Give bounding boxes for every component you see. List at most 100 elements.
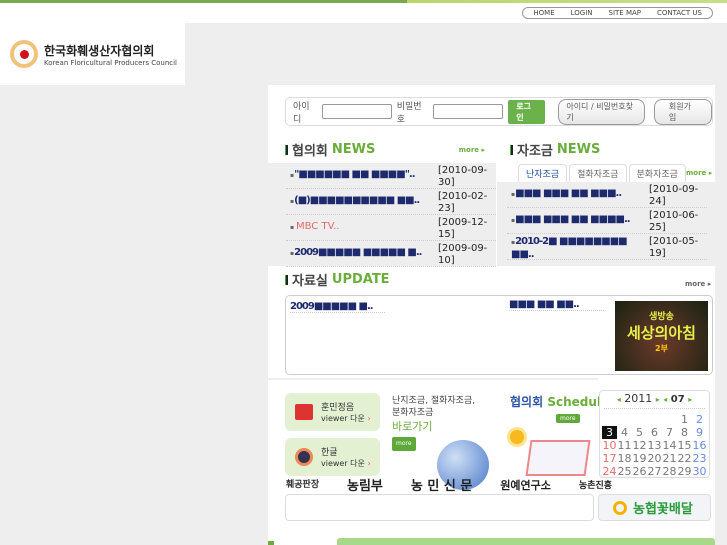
next-month-button[interactable]: ▸ <box>688 395 692 404</box>
fund-line2: 분화자조금 <box>392 408 434 418</box>
calendar-day[interactable]: 10 <box>602 439 617 452</box>
calendar-day[interactable]: 27 <box>647 465 662 478</box>
join-button[interactable]: 회원가입 <box>653 98 712 125</box>
calendar-day[interactable]: 30 <box>692 465 707 478</box>
partner-rda[interactable]: 농촌진흥 <box>579 478 612 491</box>
nav-home[interactable]: HOME <box>533 9 554 17</box>
calendar-day[interactable]: 5 <box>632 426 647 439</box>
list-item[interactable]: ■■■ ■■■ ■■ ■■■■..[2010-06-25] <box>507 208 707 234</box>
list-item[interactable]: MBC TV..[2009-12-15] <box>286 215 496 241</box>
title-bar-icon <box>510 144 513 155</box>
calendar-day[interactable]: 9 <box>692 426 707 439</box>
id-input[interactable] <box>321 104 392 119</box>
calendar-day[interactable]: 17 <box>602 452 617 465</box>
calendar-day[interactable]: 11 <box>617 439 632 452</box>
calendar-day[interactable]: 28 <box>662 465 677 478</box>
calendar-day[interactable]: 22 <box>677 452 692 465</box>
section-title-en: NEWS <box>556 142 601 157</box>
nav-login[interactable]: LOGIN <box>571 9 593 17</box>
council-news-header: 협의회 NEWS more ▸ <box>285 140 485 159</box>
global-nav: HOME LOGIN SITE MAP CONTACT US <box>522 7 713 19</box>
calendar-day[interactable]: 21 <box>662 452 677 465</box>
tab-potted-fund[interactable]: 분화자조금 <box>628 164 686 182</box>
update-thumbnail[interactable]: 생방송 세상의아침 2부 <box>615 301 708 371</box>
list-item[interactable]: 2010-2■ ■■■■■■■■ ■■..[2010-05-19] <box>507 234 707 260</box>
tab-orchid-fund[interactable]: 난자조금 <box>518 164 568 182</box>
calendar-day[interactable]: 2 <box>692 413 707 426</box>
news-date: [2010-06-25] <box>649 210 699 233</box>
calendar-day[interactable]: 12 <box>632 439 647 452</box>
update-item[interactable]: ■■■ ■■ ■■.. <box>509 299 604 311</box>
hangul-viewer-banner[interactable]: 한글 viewer 다운 › <box>285 438 380 476</box>
prev-month-button[interactable]: ◂ <box>663 395 667 404</box>
viewer-icon <box>295 404 313 420</box>
section-title-en: UPDATE <box>331 272 390 287</box>
calendar-day[interactable]: 25 <box>617 465 632 478</box>
fund-news-more-link[interactable]: more ▸ <box>686 169 712 177</box>
tab-cut-flower-fund[interactable]: 절화자조금 <box>569 164 627 182</box>
logo-emblem-icon <box>10 40 38 68</box>
calendar-day[interactable]: 20 <box>647 452 662 465</box>
update-more-link[interactable]: more ▸ <box>685 280 711 288</box>
nav-contact[interactable]: CONTACT US <box>657 9 702 17</box>
list-item[interactable]: (■)■■■■■■■■■■ ■■..[2010-02-23] <box>286 189 496 215</box>
partner-horticulture-institute[interactable]: 원예연구소 <box>500 477 551 493</box>
pw-label: 비밀번호 <box>396 101 422 125</box>
section-title: 자조금 <box>517 144 553 159</box>
calendar-day[interactable]: 4 <box>617 426 632 439</box>
council-news-list: "■■■■■■ ■■ ■■■■"..[2010-09-30] (■)■■■■■■… <box>268 163 496 267</box>
calendar-day[interactable]: 8 <box>677 426 692 439</box>
calendar-day[interactable]: 16 <box>692 439 707 452</box>
news-title: 2010-2■ ■■■■■■■■ ■■.. <box>511 236 649 259</box>
pw-input[interactable] <box>433 104 504 119</box>
prev-year-button[interactable]: ◂ <box>617 395 621 404</box>
calendar-day[interactable]: 14 <box>662 439 677 452</box>
news-title: (■)■■■■■■■■■■ ■■.. <box>290 191 438 214</box>
list-item[interactable]: ■■■ ■■■ ■■ ■■■..[2010-09-24] <box>507 182 707 208</box>
council-news-more-link[interactable]: more ▸ <box>459 146 485 154</box>
calendar-day[interactable]: 6 <box>647 426 662 439</box>
viewer-download: viewer 다운 <box>321 414 365 423</box>
site-logo[interactable]: 한국화훼생산자협의회 Korean Floricultural Producer… <box>0 23 185 85</box>
empty-banner-box <box>285 494 594 521</box>
partner-farmers-newspaper[interactable]: 농 민 신 문 <box>411 475 472 494</box>
thumb-sub-text: 2부 <box>655 344 668 353</box>
calendar-day[interactable]: 29 <box>677 465 692 478</box>
login-button[interactable]: 로그인 <box>508 99 546 124</box>
update-header: 자료실 UPDATE <box>285 270 390 289</box>
id-label: 아이디 <box>293 101 310 125</box>
viewer-name: 한글 <box>321 448 338 458</box>
fund-more-button[interactable]: more <box>392 437 416 451</box>
sun-icon <box>510 430 524 444</box>
update-item[interactable]: 2009■■■■■ ■.. <box>290 301 385 313</box>
partner-mafra[interactable]: 농림부 <box>347 475 383 494</box>
nh-flower-delivery-banner[interactable]: 농협꽃배달 <box>598 494 711 521</box>
nav-sitemap[interactable]: SITE MAP <box>609 9 641 17</box>
next-year-button[interactable]: ▸ <box>656 395 660 404</box>
calendar-day[interactable]: 15 <box>677 439 692 452</box>
hunminjeongeum-viewer-banner[interactable]: 훈민정음 viewer 다운 › <box>285 393 380 431</box>
calendar-illustration-icon <box>525 440 591 476</box>
update-box: 2009■■■■■ ■.. ■■■ ■■ ■■.. 생방송 세상의아침 2부 <box>285 295 713 375</box>
calendar-day[interactable]: 19 <box>632 452 647 465</box>
news-date: [2009-12-15] <box>438 217 488 240</box>
calendar-month: 07 <box>670 394 685 405</box>
calendar-day <box>632 413 647 426</box>
news-title: "■■■■■■ ■■ ■■■■".. <box>290 165 438 188</box>
schedule-more-button[interactable]: more <box>556 414 580 423</box>
logo-english: Korean Floricultural Producers Council <box>44 58 178 67</box>
calendar-header: ◂ 2011 ▸ ◂ 07 ▸ <box>600 392 709 405</box>
viewer-download: viewer 다운 <box>321 459 365 468</box>
news-date: [2010-09-30] <box>438 165 488 188</box>
calendar-day[interactable]: 18 <box>617 452 632 465</box>
calendar-day[interactable]: 3 <box>602 426 617 439</box>
list-item[interactable]: "■■■■■■ ■■ ■■■■"..[2010-09-30] <box>286 163 496 189</box>
calendar-day[interactable]: 13 <box>647 439 662 452</box>
news-date: [2010-05-19] <box>649 236 699 259</box>
calendar-day[interactable]: 26 <box>632 465 647 478</box>
calendar-day[interactable]: 23 <box>692 452 707 465</box>
calendar-day[interactable]: 1 <box>677 413 692 426</box>
list-item[interactable]: 2009■■■■■ ■■■■■ ■..[2009-09-10] <box>286 241 496 267</box>
find-account-button[interactable]: 아이디 / 비밀번호찾기 <box>558 98 645 125</box>
calendar-day[interactable]: 7 <box>662 426 677 439</box>
